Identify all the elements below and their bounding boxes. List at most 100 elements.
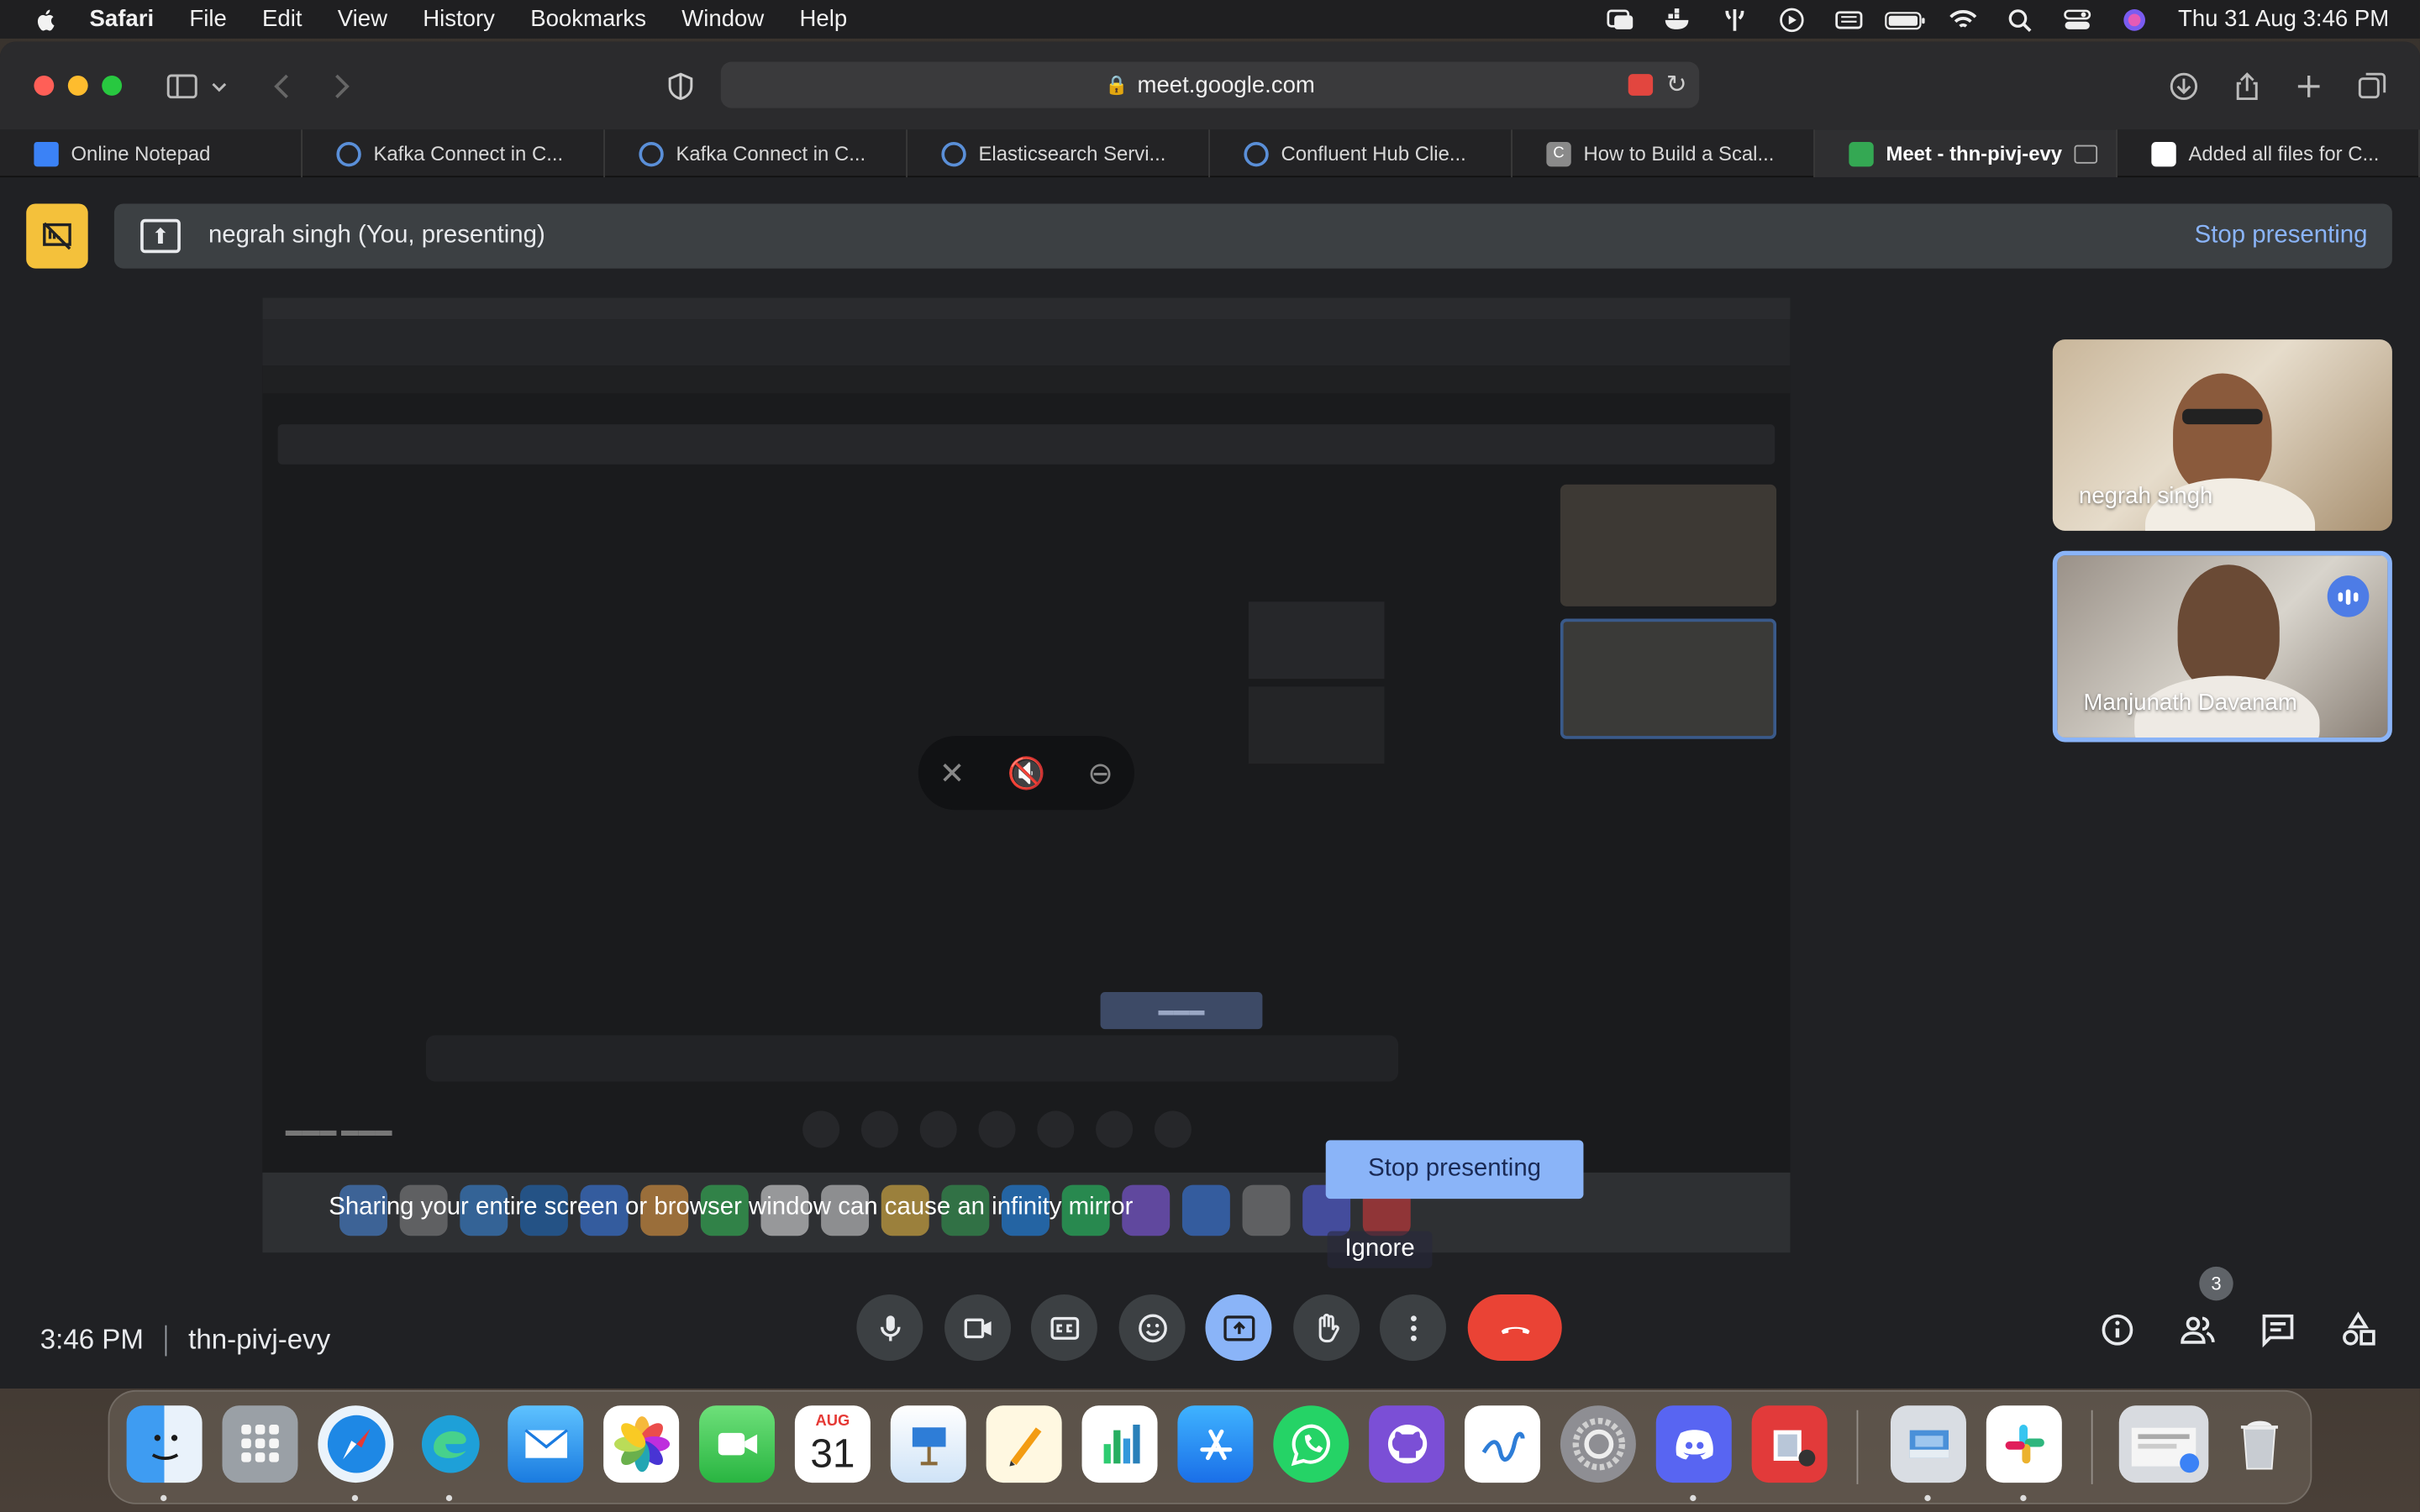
keynote-icon[interactable] <box>890 1405 966 1483</box>
tab-how-to-build[interactable]: C How to Build a Scal... <box>1512 129 1815 178</box>
app-store-icon[interactable] <box>1177 1405 1254 1483</box>
tab-kafka-connect-2[interactable]: Kafka Connect in C... <box>605 129 908 178</box>
edge-icon[interactable] <box>412 1405 487 1483</box>
tab-kafka-connect-1[interactable]: Kafka Connect in C... <box>302 129 605 178</box>
facetime-icon[interactable] <box>699 1405 776 1483</box>
stop-presenting-button[interactable]: Stop presenting <box>1325 1140 1584 1200</box>
safari-icon[interactable] <box>318 1405 394 1483</box>
slack-icon[interactable] <box>1986 1405 2062 1483</box>
freeform-icon[interactable] <box>1465 1405 1541 1483</box>
present-now-button[interactable] <box>1205 1294 1272 1361</box>
presenting-indicator-icon[interactable] <box>26 203 88 269</box>
tab-confluent-hub[interactable]: Confluent Hub Clie... <box>1210 129 1512 178</box>
participant-video <box>2177 564 2280 691</box>
forward-icon[interactable] <box>323 68 360 105</box>
tab-label: Kafka Connect in C... <box>373 141 564 165</box>
minimize-window-button[interactable] <box>67 75 88 96</box>
raise-hand-button[interactable] <box>1293 1294 1360 1361</box>
captions-button[interactable] <box>1030 1294 1097 1361</box>
search-icon[interactable] <box>1991 0 2049 39</box>
participant-tile-negrah[interactable]: negrah singh <box>2052 339 2392 531</box>
chevron-down-icon[interactable] <box>207 68 231 105</box>
menu-file[interactable]: File <box>189 6 226 32</box>
mirror-menubar <box>262 297 1791 320</box>
address-bar[interactable]: 🔒 meet.google.com ↻ <box>720 61 1700 108</box>
system-settings-icon[interactable] <box>1560 1405 1636 1483</box>
mirror-presenting-banner <box>277 424 1776 465</box>
reload-icon[interactable]: ↻ <box>1666 70 1687 101</box>
notepad-icon <box>34 141 59 166</box>
downloads-icon[interactable] <box>2165 68 2202 105</box>
activities-button[interactable] <box>2337 1309 2380 1352</box>
screen-mirror-icon[interactable] <box>1591 0 1649 39</box>
control-center-icon[interactable] <box>2049 0 2106 39</box>
tab-online-notepad[interactable]: Online Notepad <box>0 129 302 178</box>
meeting-details-button[interactable] <box>2096 1309 2139 1352</box>
menu-edit[interactable]: Edit <box>262 6 302 32</box>
sidebar-toggle-icon[interactable] <box>164 68 201 105</box>
back-icon[interactable] <box>264 68 301 105</box>
menu-app-name[interactable]: Safari <box>90 6 155 32</box>
tab-overview-icon[interactable] <box>2354 68 2391 105</box>
photos-icon[interactable] <box>603 1405 680 1483</box>
leave-call-button[interactable] <box>1467 1294 1562 1361</box>
trash-icon[interactable] <box>2221 1405 2296 1483</box>
discord-icon[interactable] <box>1655 1405 1732 1483</box>
menu-history[interactable]: History <box>423 6 495 32</box>
siri-icon[interactable] <box>2106 0 2163 39</box>
privacy-shield-icon[interactable] <box>662 68 699 105</box>
new-tab-icon[interactable] <box>2291 68 2328 105</box>
hang-up-icon <box>1500 1326 1529 1334</box>
microphone-button[interactable] <box>856 1294 923 1361</box>
menu-window[interactable]: Window <box>681 6 764 32</box>
menubar-clock[interactable]: Thu 31 Aug 3:46 PM <box>2178 6 2389 32</box>
browser-window: 🔒 meet.google.com ↻ Online Notepad Kafka… <box>0 41 2420 1389</box>
whatsapp-icon[interactable] <box>1273 1405 1349 1483</box>
calendar-icon[interactable]: AUG 31 <box>794 1405 871 1483</box>
finder-icon[interactable] <box>126 1405 203 1483</box>
mail-icon[interactable] <box>508 1405 584 1483</box>
more-options-button[interactable] <box>1380 1294 1446 1361</box>
preview-icon[interactable] <box>1890 1405 1966 1483</box>
remove-icon[interactable]: ⊖ <box>1087 753 1113 792</box>
tab-meet[interactable]: Meet - thn-pivj-evy <box>1814 129 2118 178</box>
mute-off-icon[interactable]: 🔇 <box>1007 753 1046 792</box>
stop-presenting-link[interactable]: Stop presenting <box>2195 222 2368 249</box>
battery-icon[interactable] <box>1877 0 1934 39</box>
mirror-participant-tile <box>1560 618 1777 739</box>
tab-elasticsearch[interactable]: Elasticsearch Servi... <box>908 129 1210 178</box>
photo-booth-icon[interactable] <box>1751 1405 1828 1483</box>
people-button[interactable] <box>2176 1309 2219 1352</box>
numbers-icon[interactable] <box>1081 1405 1158 1483</box>
docker-icon[interactable] <box>1649 0 1706 39</box>
screen-recording-icon[interactable] <box>1628 74 1654 96</box>
pages-icon[interactable] <box>986 1405 1062 1483</box>
tab-github[interactable]: Added all files for C... <box>2118 129 2420 178</box>
play-icon[interactable] <box>1763 0 1820 39</box>
chat-button[interactable] <box>2256 1309 2299 1352</box>
launchpad-icon[interactable] <box>222 1405 298 1483</box>
wifi-icon[interactable] <box>1934 0 1991 39</box>
screen-share-overlay-controls[interactable]: ✕ 🔇 ⊖ <box>918 736 1134 811</box>
menu-view[interactable]: View <box>338 6 387 32</box>
share-icon[interactable] <box>2228 68 2265 105</box>
tab-label: Added all files for C... <box>2188 141 2380 165</box>
close-window-button[interactable] <box>34 75 55 96</box>
zoom-window-button[interactable] <box>102 75 123 96</box>
github-desktop-icon[interactable] <box>1369 1405 1445 1483</box>
apple-logo-icon[interactable] <box>31 4 62 35</box>
pin-off-icon[interactable]: ✕ <box>939 753 965 792</box>
mirror-thumbnail <box>1248 601 1385 680</box>
camera-button[interactable] <box>944 1294 1012 1361</box>
mirror-participant-tile <box>1560 484 1777 606</box>
ignore-button[interactable]: Ignore <box>1327 1231 1433 1268</box>
downloads-stack-icon[interactable] <box>2118 1405 2209 1483</box>
tab-bar: Online Notepad Kafka Connect in C... Kaf… <box>0 129 2420 178</box>
menu-help[interactable]: Help <box>799 6 847 32</box>
calendar-month: AUG <box>815 1413 850 1431</box>
menu-bookmarks[interactable]: Bookmarks <box>530 6 646 32</box>
reactions-button[interactable] <box>1118 1294 1186 1361</box>
keyboard-icon[interactable] <box>1820 0 1877 39</box>
participant-tile-manjunath[interactable]: Manjunath Davanam <box>2052 550 2392 743</box>
airplay-icon[interactable] <box>1706 0 1763 39</box>
